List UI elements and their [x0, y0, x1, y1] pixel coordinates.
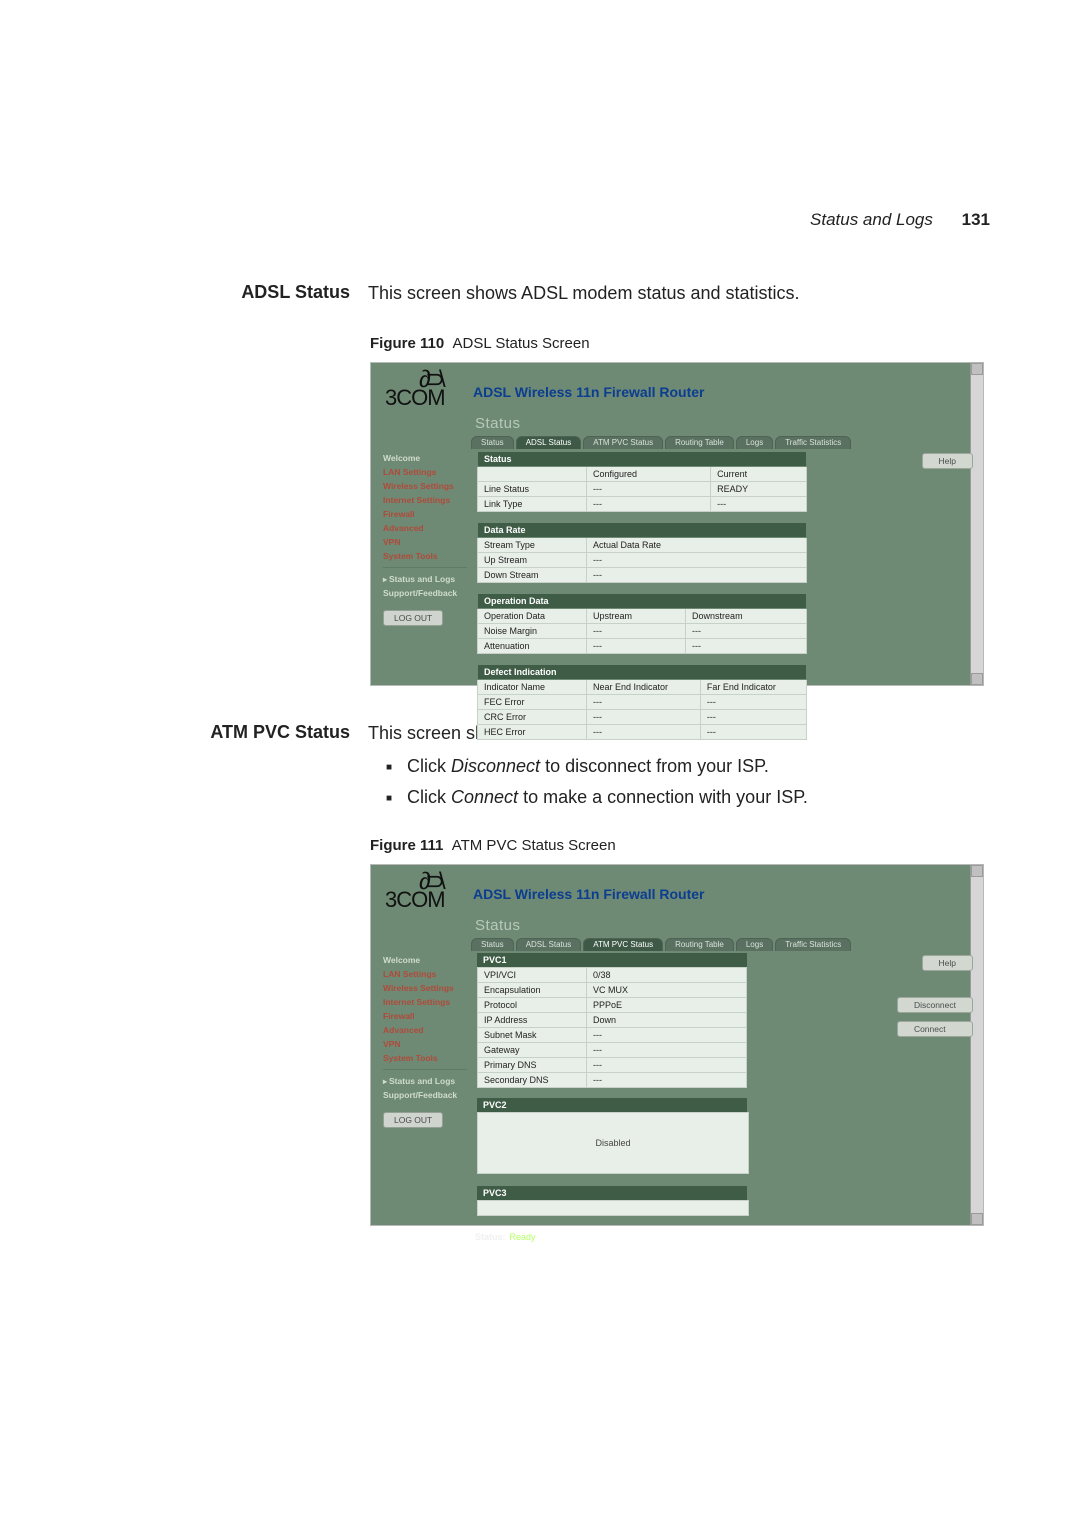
tab-traffic-statistics[interactable]: Traffic Statistics — [775, 938, 851, 951]
section-heading-atm: ATM PVC Status — [200, 720, 368, 745]
scrollbar[interactable] — [970, 865, 983, 1225]
sidebar-item-vpn[interactable]: VPN — [383, 1037, 467, 1051]
defect-indication-table: Defect Indication Indicator NameNear End… — [477, 664, 807, 740]
tab-atm-pvc-status[interactable]: ATM PVC Status — [583, 938, 663, 951]
status-table: Status ConfiguredCurrent Line Status---R… — [477, 451, 807, 512]
data-rate-table: Data Rate Stream TypeActual Data Rate Up… — [477, 522, 807, 583]
sidebar-item-status-logs[interactable]: Status and Logs — [383, 1074, 467, 1088]
sidebar-item-wireless[interactable]: Wireless Settings — [383, 479, 467, 493]
tab-bar: Status ADSL Status ATM PVC Status Routin… — [471, 436, 967, 449]
product-title: ADSL Wireless 11n Firewall Router — [473, 384, 704, 400]
sidebar-item-system-tools[interactable]: System Tools — [383, 1051, 467, 1065]
pvc2-body: Disabled — [477, 1112, 749, 1174]
tab-routing-table[interactable]: Routing Table — [665, 436, 734, 449]
sidebar-item-internet[interactable]: Internet Settings — [383, 995, 467, 1009]
page-number: 131 — [962, 210, 990, 229]
scroll-up-icon[interactable] — [971, 865, 983, 877]
tab-atm-pvc-status[interactable]: ATM PVC Status — [583, 436, 663, 449]
sidebar-item-lan[interactable]: LAN Settings — [383, 967, 467, 981]
tab-adsl-status[interactable]: ADSL Status — [516, 938, 582, 951]
tab-status[interactable]: Status — [471, 938, 514, 951]
sidebar-item-firewall[interactable]: Firewall — [383, 507, 467, 521]
running-header: Status and Logs 131 — [810, 210, 990, 230]
pvc1-header: PVC1 — [477, 953, 747, 967]
sidebar-item-welcome[interactable]: Welcome — [383, 451, 467, 465]
scrollbar[interactable] — [970, 363, 983, 685]
page-title: Status — [475, 415, 967, 432]
tab-bar: Status ADSL Status ATM PVC Status Routin… — [471, 938, 967, 951]
sidebar-item-wireless[interactable]: Wireless Settings — [383, 981, 467, 995]
figure-111-caption: Figure 111 ATM PVC Status Screen — [370, 837, 990, 854]
tab-status[interactable]: Status — [471, 436, 514, 449]
tab-logs[interactable]: Logs — [736, 436, 773, 449]
status-footer: Status:Ready — [475, 1232, 967, 1242]
pvc3-body — [477, 1200, 749, 1216]
bullet-connect: Click Connect to make a connection with … — [386, 784, 990, 811]
pvc1-table: VPI/VCI0/38 EncapsulationVC MUX Protocol… — [477, 967, 747, 1088]
tab-routing-table[interactable]: Routing Table — [665, 938, 734, 951]
sidebar-item-system-tools[interactable]: System Tools — [383, 549, 467, 563]
help-button[interactable]: Help — [922, 453, 973, 469]
brand-logo: ∂⊃\ 3COM — [385, 875, 459, 913]
brand-logo: ∂⊃\ 3COM — [385, 373, 459, 411]
adsl-status-screenshot: ∂⊃\ 3COM ADSL Wireless 11n Firewall Rout… — [370, 362, 984, 686]
sidebar: Welcome LAN Settings Wireless Settings I… — [383, 451, 467, 750]
page-title: Status — [475, 917, 967, 934]
sidebar-item-vpn[interactable]: VPN — [383, 535, 467, 549]
sidebar-item-advanced[interactable]: Advanced — [383, 1023, 467, 1037]
sidebar-item-support[interactable]: Support/Feedback — [383, 1088, 467, 1102]
adsl-intro: This screen shows ADSL modem status and … — [368, 280, 990, 307]
product-title: ADSL Wireless 11n Firewall Router — [473, 886, 704, 902]
tab-traffic-statistics[interactable]: Traffic Statistics — [775, 436, 851, 449]
scroll-down-icon[interactable] — [971, 673, 983, 685]
sidebar-item-welcome[interactable]: Welcome — [383, 953, 467, 967]
pvc3-header: PVC3 — [477, 1186, 747, 1200]
sidebar: Welcome LAN Settings Wireless Settings I… — [383, 953, 467, 1228]
sidebar-item-firewall[interactable]: Firewall — [383, 1009, 467, 1023]
sidebar-item-internet[interactable]: Internet Settings — [383, 493, 467, 507]
logout-button[interactable]: LOG OUT — [383, 610, 443, 626]
figure-110-caption: Figure 110 ADSL Status Screen — [370, 335, 990, 352]
scroll-down-icon[interactable] — [971, 1213, 983, 1225]
sidebar-item-advanced[interactable]: Advanced — [383, 521, 467, 535]
atm-pvc-status-screenshot: ∂⊃\ 3COM ADSL Wireless 11n Firewall Rout… — [370, 864, 984, 1226]
tab-logs[interactable]: Logs — [736, 938, 773, 951]
sidebar-item-lan[interactable]: LAN Settings — [383, 465, 467, 479]
sidebar-item-status-logs[interactable]: Status and Logs — [383, 572, 467, 586]
sidebar-item-support[interactable]: Support/Feedback — [383, 586, 467, 600]
connect-button[interactable]: Connect — [897, 1021, 973, 1037]
section-heading-adsl: ADSL Status — [200, 280, 368, 305]
tab-adsl-status[interactable]: ADSL Status — [516, 436, 582, 449]
scroll-up-icon[interactable] — [971, 363, 983, 375]
logout-button[interactable]: LOG OUT — [383, 1112, 443, 1128]
section-name: Status and Logs — [810, 210, 933, 229]
disconnect-button[interactable]: Disconnect — [897, 997, 973, 1013]
pvc2-header: PVC2 — [477, 1098, 747, 1112]
operation-data-table: Operation Data Operation DataUpstreamDow… — [477, 593, 807, 654]
help-button[interactable]: Help — [922, 955, 973, 971]
